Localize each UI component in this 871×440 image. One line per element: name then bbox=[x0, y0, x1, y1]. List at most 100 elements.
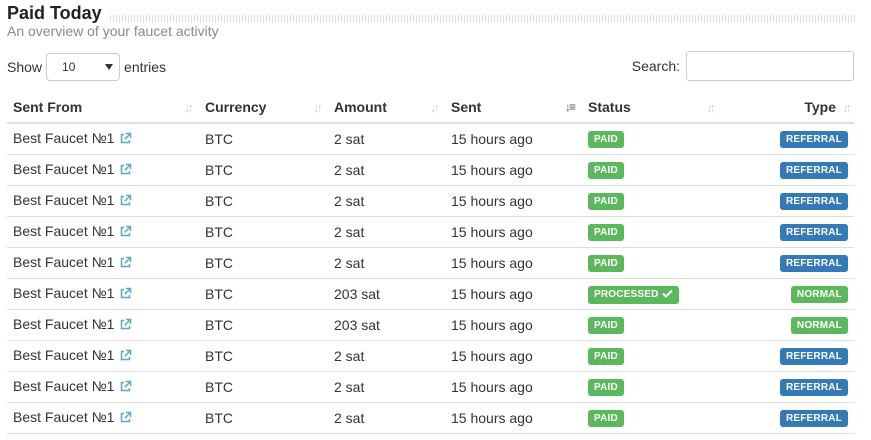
external-link-icon[interactable] bbox=[119, 132, 132, 148]
status-badge: PAID bbox=[588, 410, 624, 427]
external-link-icon[interactable] bbox=[119, 163, 132, 179]
column-header-label: Currency bbox=[205, 98, 267, 115]
sort-icon: ↓↑ bbox=[313, 100, 323, 115]
cell-sent: 15 hours ago bbox=[445, 216, 582, 248]
cell-sent: 15 hours ago bbox=[445, 123, 582, 155]
cell-currency: BTC bbox=[199, 278, 328, 310]
cell-amount: 203 sat bbox=[328, 278, 445, 310]
cell-sent: 15 hours ago bbox=[445, 247, 582, 279]
status-badge: PAID bbox=[588, 131, 624, 149]
column-header-sent[interactable]: Sent ↓≡ bbox=[445, 91, 582, 124]
cell-amount: 2 sat bbox=[328, 340, 445, 372]
type-badge: REFERRAL bbox=[779, 224, 848, 241]
status-badge: PAID bbox=[588, 255, 624, 272]
faucet-link[interactable]: Best Faucet №1 bbox=[13, 378, 114, 394]
caret-down-icon bbox=[105, 64, 114, 70]
external-link-icon[interactable] bbox=[119, 194, 132, 210]
status-badge: PAID bbox=[588, 379, 624, 396]
title-decoration bbox=[107, 15, 857, 22]
faucet-link[interactable]: Best Faucet №1 bbox=[13, 316, 114, 332]
cell-status: PAID bbox=[582, 123, 721, 155]
cell-status: PAID bbox=[582, 309, 721, 341]
cell-amount: 2 sat bbox=[328, 247, 445, 279]
external-link-icon[interactable] bbox=[119, 287, 132, 303]
status-text: PAID bbox=[594, 258, 618, 269]
faucet-link[interactable]: Best Faucet №1 bbox=[13, 409, 114, 425]
show-label: Show bbox=[7, 59, 43, 75]
faucet-link[interactable]: Best Faucet №1 bbox=[13, 130, 114, 146]
column-header-sent-from[interactable]: Sent From ↓↑ bbox=[7, 91, 199, 124]
cell-sent: 15 hours ago bbox=[445, 185, 582, 217]
status-text: PAID bbox=[594, 165, 618, 176]
external-link-icon[interactable] bbox=[119, 256, 132, 272]
cell-sent-from: Best Faucet №1 bbox=[7, 402, 199, 434]
external-link-icon[interactable] bbox=[119, 225, 132, 241]
type-badge: REFERRAL bbox=[779, 348, 848, 365]
table-row: Best Faucet №1 BTC 2 sat 15 hours ago PAID RE… bbox=[7, 340, 854, 372]
external-link-icon[interactable] bbox=[119, 411, 132, 427]
type-badge: REFERRAL bbox=[779, 255, 848, 272]
faucet-link[interactable]: Best Faucet №1 bbox=[13, 192, 114, 208]
external-link-icon[interactable] bbox=[119, 349, 132, 365]
cell-amount: 2 sat bbox=[328, 402, 445, 434]
external-link-icon[interactable] bbox=[119, 380, 132, 396]
status-text: PAID bbox=[594, 382, 618, 393]
faucet-link[interactable]: Best Faucet №1 bbox=[13, 161, 114, 177]
cell-sent: 15 hours ago bbox=[445, 340, 582, 372]
column-header-label: Amount bbox=[334, 98, 387, 115]
cell-status: PAID bbox=[582, 247, 721, 279]
faucet-link[interactable]: Best Faucet №1 bbox=[13, 285, 114, 301]
cell-type: REFERRAL bbox=[721, 340, 854, 372]
cell-currency: BTC bbox=[199, 340, 328, 372]
cell-sent-from: Best Faucet №1 bbox=[7, 371, 199, 403]
status-text: PAID bbox=[594, 134, 618, 146]
cell-sent-from: Best Faucet №1 bbox=[7, 123, 199, 155]
page-title: Paid Today bbox=[7, 3, 108, 23]
cell-sent: 15 hours ago bbox=[445, 402, 582, 434]
status-text: PROCESSED bbox=[594, 288, 659, 300]
cell-sent: 15 hours ago bbox=[445, 278, 582, 310]
cell-currency: BTC bbox=[199, 309, 328, 341]
type-badge: REFERRAL bbox=[779, 131, 848, 149]
table-row: Best Faucet №1 BTC 203 sat 15 hours ago PAID… bbox=[7, 309, 854, 341]
column-header-label: Type bbox=[804, 98, 836, 115]
cell-currency: BTC bbox=[199, 371, 328, 403]
type-badge: REFERRAL bbox=[779, 379, 848, 396]
cell-status: PAID bbox=[582, 402, 721, 434]
cell-type: NORMAL bbox=[721, 309, 854, 341]
status-badge: PAID bbox=[588, 348, 624, 365]
cell-currency: BTC bbox=[199, 123, 328, 155]
cell-currency: BTC bbox=[199, 402, 328, 434]
sort-icon: ↓↑ bbox=[842, 100, 852, 115]
type-badge: REFERRAL bbox=[779, 162, 848, 179]
faucet-link[interactable]: Best Faucet №1 bbox=[13, 254, 114, 270]
cell-amount: 203 sat bbox=[328, 309, 445, 341]
table-row: Best Faucet №1 BTC 2 sat 15 hours ago PAID RE… bbox=[7, 216, 854, 248]
cell-sent-from: Best Faucet №1 bbox=[7, 185, 199, 217]
faucet-link[interactable]: Best Faucet №1 bbox=[13, 347, 114, 363]
cell-type: REFERRAL bbox=[721, 402, 854, 434]
entries-per-page-select[interactable]: 10 bbox=[46, 53, 121, 81]
cell-currency: BTC bbox=[199, 154, 328, 186]
sort-icon: ↓↑ bbox=[706, 100, 716, 115]
table-row: Best Faucet №1 BTC 2 sat 15 hours ago PAID RE… bbox=[7, 185, 854, 217]
search-label: Search: bbox=[631, 58, 680, 74]
faucet-link[interactable]: Best Faucet №1 bbox=[13, 223, 114, 239]
entries-length-control: Show 10 entries bbox=[7, 52, 166, 82]
cell-amount: 2 sat bbox=[328, 154, 445, 186]
table-row: Best Faucet №1 BTC 2 sat 15 hours ago PAID RE… bbox=[7, 371, 854, 403]
cell-sent: 15 hours ago bbox=[445, 371, 582, 403]
column-header-label: Sent From bbox=[13, 98, 83, 115]
table-body: Best Faucet №1 BTC 2 sat 15 hours ago PAID RE… bbox=[7, 123, 854, 434]
cell-type: REFERRAL bbox=[721, 123, 854, 155]
entries-label: entries bbox=[124, 59, 167, 75]
column-header-type[interactable]: Type ↓↑ bbox=[721, 91, 854, 124]
column-header-amount[interactable]: Amount ↓↑ bbox=[328, 91, 445, 124]
column-header-status[interactable]: Status ↓↑ bbox=[582, 91, 721, 124]
external-link-icon[interactable] bbox=[119, 318, 132, 334]
cell-type: REFERRAL bbox=[721, 247, 854, 279]
search-control: Search: bbox=[632, 51, 854, 81]
cell-type: REFERRAL bbox=[721, 185, 854, 217]
search-input[interactable] bbox=[686, 51, 854, 81]
column-header-currency[interactable]: Currency ↓↑ bbox=[199, 91, 328, 124]
